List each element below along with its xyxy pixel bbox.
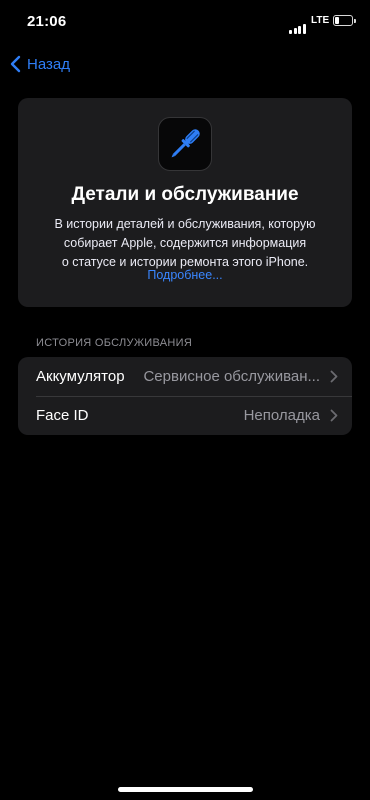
list-item-battery[interactable]: Аккумулятор Сервисное обслуживан...: [18, 357, 352, 396]
screwdriver-icon: [158, 117, 212, 171]
back-button-label: Назад: [27, 55, 70, 73]
network-type: LTE: [311, 15, 330, 26]
status-time: 21:06: [27, 13, 67, 30]
battery-icon: [333, 15, 356, 26]
list-item-label: Face ID: [36, 407, 89, 424]
card-description: В истории деталей и обслуживания, котору…: [18, 215, 352, 272]
cellular-signal-icon: [289, 16, 307, 34]
section-header: ИСТОРИЯ ОБСЛУЖИВАНИЯ: [36, 337, 193, 349]
home-indicator[interactable]: [118, 787, 253, 792]
description-line: собирает Apple, содержится информация: [63, 236, 307, 250]
list-item-value: Неполадка: [243, 407, 320, 424]
chevron-left-icon: [10, 55, 21, 73]
chevron-right-icon: [330, 370, 338, 383]
card-title: Детали и обслуживание: [71, 184, 299, 205]
learn-more-link[interactable]: Подробнее...: [18, 268, 352, 282]
service-history-list: Аккумулятор Сервисное обслуживан... Face…: [18, 357, 352, 435]
list-item-value: Сервисное обслуживан...: [143, 368, 320, 385]
status-bar: 21:06 LTE: [0, 0, 370, 44]
parts-service-card: Детали и обслуживание В истории деталей …: [18, 98, 352, 307]
back-button[interactable]: Назад: [10, 52, 70, 76]
list-item-face-id[interactable]: Face ID Неполадка: [18, 396, 352, 435]
chevron-right-icon: [330, 409, 338, 422]
description-line: В истории деталей и обслуживания, котору…: [54, 217, 316, 231]
list-item-label: Аккумулятор: [36, 368, 125, 385]
